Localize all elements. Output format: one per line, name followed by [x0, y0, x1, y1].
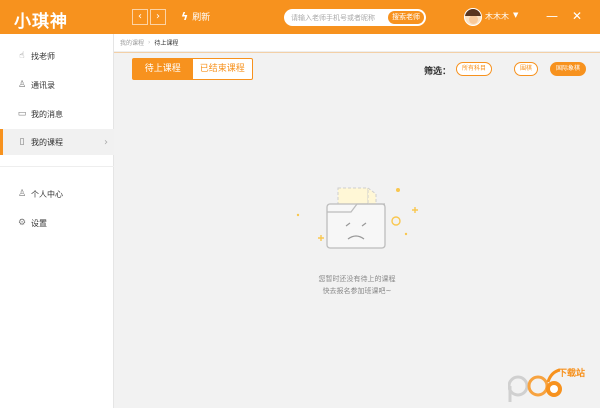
- sidebar-item-messages[interactable]: ▭ 我的消息: [0, 101, 114, 127]
- sidebar-item-settings[interactable]: ⚙ 设置: [0, 210, 114, 236]
- course-tabs: 待上课程 已结束课程: [132, 58, 253, 80]
- sidebar-item-label: 找老师: [31, 51, 55, 61]
- refresh-label: 刷新: [192, 13, 211, 23]
- sidebar-item-profile[interactable]: ♙ 个人中心: [0, 181, 114, 207]
- filter-chip-chess[interactable]: 国际象棋: [550, 62, 587, 76]
- filter-label: 筛选：: [424, 67, 452, 77]
- message-icon: ▭: [17, 109, 27, 119]
- filter-chip-go[interactable]: 围棋: [514, 62, 539, 76]
- refresh-button[interactable]: ϟ 刷新: [181, 10, 210, 23]
- sidebar-divider: [0, 166, 114, 167]
- filter-chip-all-subjects[interactable]: 所有科目: [456, 62, 493, 76]
- back-button[interactable]: ‹: [132, 9, 148, 25]
- minimize-button[interactable]: —: [546, 9, 558, 23]
- empty-folder-icon: [296, 187, 418, 249]
- breadcrumb-separator: ›: [148, 39, 151, 46]
- tab-finished[interactable]: 已结束课程: [193, 59, 253, 79]
- breadcrumb-parent[interactable]: 我的课程: [120, 38, 144, 47]
- breadcrumb-current: 待上课程: [154, 40, 179, 47]
- gear-icon: ⚙: [17, 218, 27, 228]
- sidebar: ☝ 找老师 ♙ 通讯录 ▭ 我的消息 ▯ 我的课程 › ♙ 个人中心 ⚙ 设置: [0, 34, 114, 408]
- refresh-icon: ϟ: [181, 10, 189, 23]
- contacts-icon: ♙: [17, 80, 27, 90]
- tab-upcoming[interactable]: 待上课程: [133, 59, 193, 79]
- chevron-right-icon: ›: [104, 136, 108, 148]
- avatar[interactable]: [464, 8, 482, 26]
- search-input[interactable]: [291, 11, 383, 24]
- sidebar-item-find-teacher[interactable]: ☝ 找老师: [0, 43, 114, 69]
- empty-hint: 快去报名参加班课吧~: [322, 287, 392, 295]
- user-icon: ♙: [17, 189, 27, 199]
- sidebar-item-label: 设置: [31, 218, 47, 228]
- sidebar-item-label: 通讯录: [31, 80, 55, 90]
- username[interactable]: 木木木: [485, 11, 509, 22]
- watermark-text: 下载站: [558, 369, 586, 379]
- sidebar-item-contacts[interactable]: ♙ 通讯录: [0, 72, 114, 98]
- forward-button[interactable]: ›: [150, 9, 166, 25]
- sidebar-item-my-courses[interactable]: ▯ 我的课程 ›: [0, 129, 114, 155]
- sidebar-item-label: 我的消息: [31, 109, 63, 119]
- app-logo: 小琪神: [14, 12, 68, 32]
- close-button[interactable]: ✕: [572, 9, 582, 23]
- sidebar-item-label: 我的课程: [31, 137, 63, 147]
- divider: [114, 52, 600, 53]
- search-teacher-button[interactable]: 搜索老师: [388, 11, 424, 24]
- empty-message: 您暂时还没有待上的课程: [318, 275, 396, 283]
- sidebar-item-label: 个人中心: [31, 189, 63, 199]
- search-box: 搜索老师: [284, 9, 426, 26]
- course-icon: ▯: [19, 137, 25, 147]
- hand-icon: ☝: [19, 51, 25, 61]
- title-bar: 小琪神 ‹ › ϟ 刷新 搜索老师 木木木 ▼ — ✕: [0, 0, 600, 34]
- chevron-down-icon[interactable]: ▼: [513, 11, 518, 19]
- breadcrumb: 我的课程 › 待上课程: [114, 34, 600, 52]
